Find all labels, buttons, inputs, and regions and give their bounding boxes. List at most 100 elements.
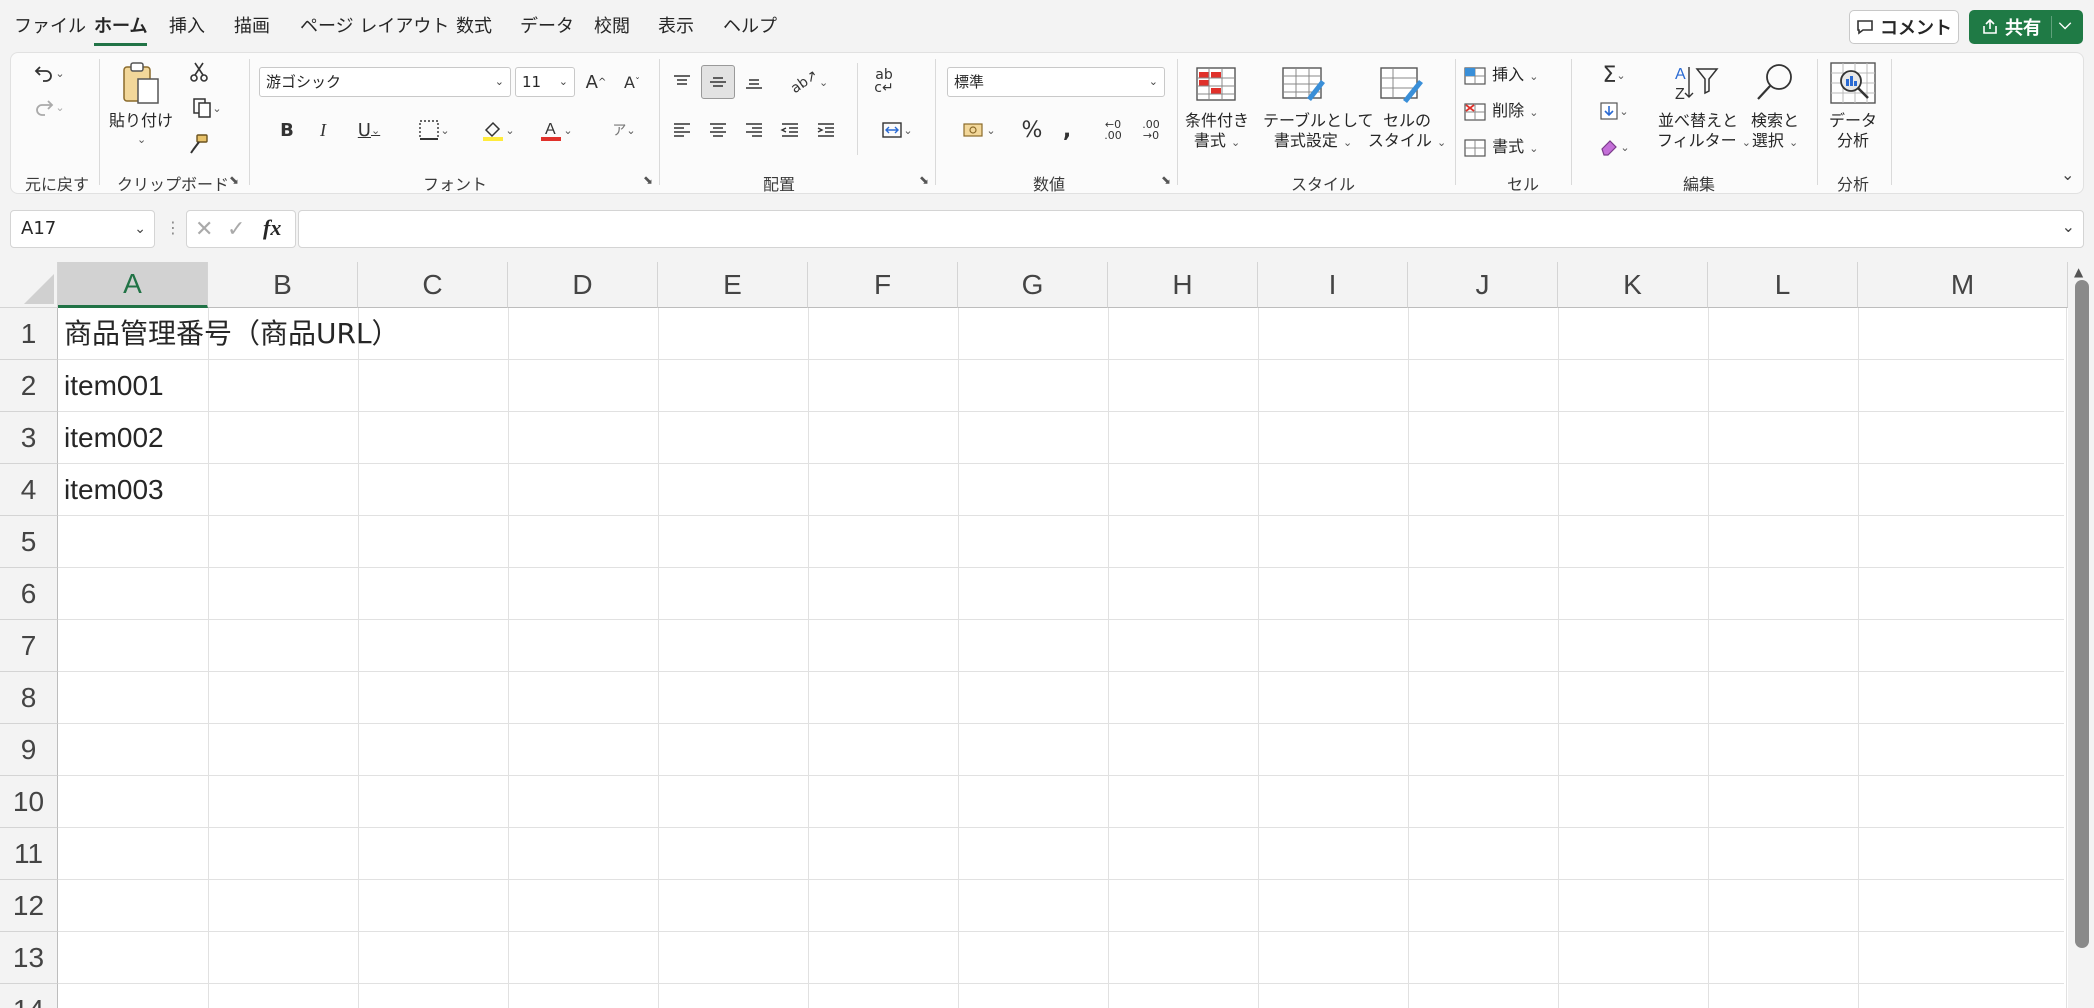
row-header-12[interactable]: 12 — [0, 880, 58, 932]
insert-function-icon[interactable]: fx — [263, 215, 281, 241]
borders-icon[interactable]: ⌄ — [409, 115, 459, 145]
row-header-3[interactable]: 3 — [0, 412, 58, 464]
number-launcher-icon[interactable]: ⬊ — [1161, 173, 1171, 187]
format-painter-icon[interactable] — [185, 131, 213, 157]
bold-icon[interactable]: B — [273, 115, 301, 145]
select-all-button[interactable] — [0, 262, 58, 308]
cell-styles-icon[interactable] — [1377, 61, 1427, 107]
increase-font-icon[interactable]: A ^ — [581, 67, 611, 97]
name-box[interactable]: A17 ⌄ — [10, 210, 155, 248]
row-header-14[interactable]: 14 — [0, 984, 58, 1008]
font-size-select[interactable]: 11 ⌄ — [515, 67, 575, 97]
tab-view[interactable]: 表示 — [658, 12, 694, 38]
column-header-j[interactable]: J — [1408, 262, 1558, 308]
align-top-icon[interactable] — [667, 67, 697, 97]
row-header-11[interactable]: 11 — [0, 828, 58, 880]
more-options-icon[interactable]: ⋮ — [165, 218, 181, 237]
column-header-m[interactable]: M — [1858, 262, 2068, 308]
tab-draw[interactable]: 描画 — [234, 12, 270, 38]
worksheet-grid[interactable]: A B C D E F G H I J K L M 1 2 3 4 5 6 7 … — [0, 262, 2094, 1008]
row-header-4[interactable]: 4 — [0, 464, 58, 516]
comma-style-icon[interactable]: , — [1055, 115, 1079, 145]
format-cells-button[interactable]: 書式 ⌄ — [1463, 133, 1538, 158]
increase-decimal-icon[interactable]: ←0.00 — [1097, 115, 1129, 145]
autosum-icon[interactable]: Σ ⌄ — [1591, 61, 1637, 89]
clipboard-launcher-icon[interactable]: ⬊ — [229, 173, 239, 187]
cell-styles-label[interactable]: セルの スタイル ⌄ — [1367, 111, 1447, 153]
column-header-k[interactable]: K — [1558, 262, 1708, 308]
scroll-up-icon[interactable]: ▲ — [2074, 265, 2083, 279]
cut-icon[interactable] — [185, 59, 213, 85]
chevron-down-icon[interactable]: ⌵ — [2059, 14, 2071, 34]
expand-formula-icon[interactable]: ⌄ — [2062, 217, 2075, 236]
copy-icon[interactable]: ⌄ — [185, 95, 229, 121]
row-header-13[interactable]: 13 — [0, 932, 58, 984]
decrease-font-icon[interactable]: Aˇ — [617, 67, 647, 97]
accounting-format-icon[interactable]: ⌄ — [951, 115, 1007, 145]
phonetic-guide-icon[interactable]: ア ⌄ — [599, 115, 649, 145]
analyze-data-icon[interactable] — [1827, 59, 1879, 109]
align-left-icon[interactable] — [667, 115, 697, 145]
decrease-decimal-icon[interactable]: .00 →0 — [1135, 115, 1167, 145]
format-as-table-icon[interactable] — [1279, 61, 1329, 107]
cell-a3[interactable]: item002 — [64, 412, 164, 464]
fill-color-icon[interactable]: ⌄ — [473, 115, 523, 145]
tab-insert[interactable]: 挿入 — [169, 12, 205, 38]
wrap-text-icon[interactable]: ab c↵ — [869, 67, 899, 97]
insert-cells-button[interactable]: 挿入 ⌄ — [1463, 61, 1538, 86]
tab-home[interactable]: ホーム — [94, 12, 148, 46]
merge-center-icon[interactable]: ⌄ — [869, 115, 925, 145]
column-header-g[interactable]: G — [958, 262, 1108, 308]
font-family-select[interactable]: 游ゴシック ⌄ — [259, 67, 511, 97]
row-header-8[interactable]: 8 — [0, 672, 58, 724]
find-select-label[interactable]: 検索と 選択 ⌄ — [1745, 111, 1805, 153]
number-format-select[interactable]: 標準 ⌄ — [947, 67, 1165, 97]
cancel-icon[interactable]: ✕ — [195, 217, 213, 242]
italic-icon[interactable]: I — [309, 115, 337, 145]
font-launcher-icon[interactable]: ⬊ — [643, 173, 653, 187]
clear-icon[interactable]: ⌄ — [1591, 133, 1637, 161]
tab-help[interactable]: ヘルプ — [723, 12, 777, 38]
orientation-icon[interactable]: ab↗ ⌄ — [781, 67, 837, 97]
delete-cells-button[interactable]: 削除 ⌄ — [1463, 97, 1538, 122]
row-header-7[interactable]: 7 — [0, 620, 58, 672]
column-header-h[interactable]: H — [1108, 262, 1258, 308]
enter-icon[interactable]: ✓ — [227, 217, 245, 242]
fill-icon[interactable]: ⌄ — [1591, 97, 1637, 125]
underline-icon[interactable]: U ⌄ — [345, 115, 393, 145]
column-header-a[interactable]: A — [58, 262, 208, 308]
conditional-formatting-label[interactable]: 条件付き 書式 ⌄ — [1185, 111, 1249, 153]
find-select-icon[interactable] — [1751, 59, 1801, 107]
paste-label[interactable]: 貼り付け — [109, 111, 173, 131]
cell-a2[interactable]: item001 — [64, 360, 164, 412]
row-header-5[interactable]: 5 — [0, 516, 58, 568]
cell-a1[interactable]: 商品管理番号（商品URL） — [64, 308, 400, 360]
paste-icon[interactable] — [117, 59, 165, 109]
row-header-1[interactable]: 1 — [0, 308, 58, 360]
font-color-icon[interactable]: A ⌄ — [531, 115, 581, 145]
sort-filter-label[interactable]: 並べ替えと フィルター ⌄ — [1657, 111, 1751, 153]
row-header-2[interactable]: 2 — [0, 360, 58, 412]
redo-icon[interactable]: ⌄ — [29, 93, 69, 121]
collapse-ribbon-icon[interactable]: ⌄ — [2061, 165, 2074, 184]
share-button[interactable]: 共有 ⌵ — [1969, 10, 2083, 44]
undo-icon[interactable]: ⌄ — [29, 59, 69, 87]
format-as-table-label[interactable]: テーブルとして 書式設定 ⌄ — [1263, 111, 1374, 153]
comment-button[interactable]: コメント — [1849, 10, 1959, 44]
column-header-i[interactable]: I — [1258, 262, 1408, 308]
column-header-c[interactable]: C — [358, 262, 508, 308]
conditional-formatting-icon[interactable] — [1191, 61, 1241, 107]
column-header-d[interactable]: D — [508, 262, 658, 308]
align-center-icon[interactable] — [703, 115, 733, 145]
column-header-b[interactable]: B — [208, 262, 358, 308]
sort-filter-icon[interactable]: AZ — [1671, 59, 1721, 107]
column-header-e[interactable]: E — [658, 262, 808, 308]
row-header-9[interactable]: 9 — [0, 724, 58, 776]
align-right-icon[interactable] — [739, 115, 769, 145]
row-header-10[interactable]: 10 — [0, 776, 58, 828]
percent-icon[interactable]: % — [1017, 115, 1047, 145]
cell-a4[interactable]: item003 — [64, 464, 164, 516]
alignment-launcher-icon[interactable]: ⬊ — [919, 173, 929, 187]
tab-file[interactable]: ファイル — [14, 12, 86, 38]
formula-input[interactable]: ⌄ — [298, 210, 2084, 248]
